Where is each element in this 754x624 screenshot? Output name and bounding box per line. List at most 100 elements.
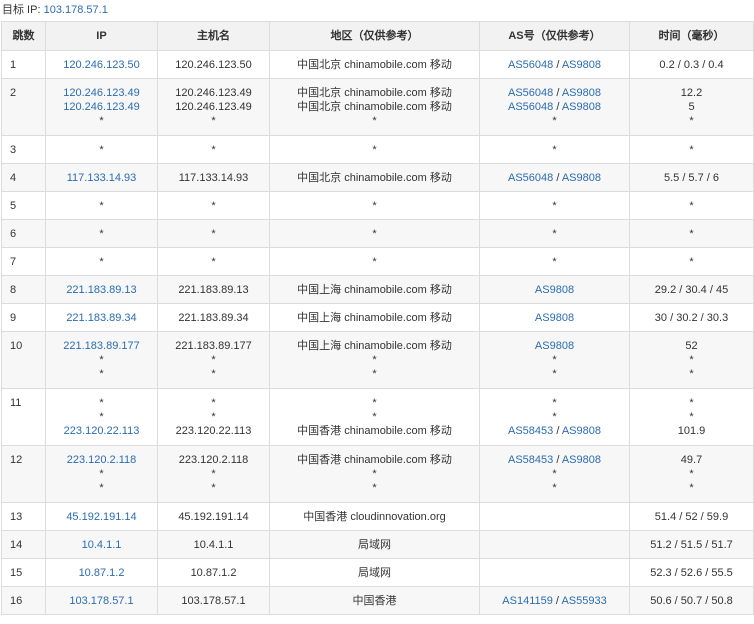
table-row: 9 221.183.89.34 221.183.89.34 中国上海 chinamob…: [1, 303, 754, 332]
as-line: AS56048 / AS9808: [480, 100, 629, 114]
time-cell: 49.7 * *: [629, 445, 754, 503]
as-link[interactable]: AS9808: [562, 59, 601, 71]
as-separator: /: [553, 454, 562, 466]
as-placeholder: *: [552, 411, 557, 423]
hostname-text: 10.87.1.2: [190, 567, 237, 579]
ip-link[interactable]: 120.246.123.49: [46, 100, 157, 114]
as-cell: AS56048 / AS9808: [479, 50, 630, 79]
as-cell: *: [479, 191, 630, 220]
ip-link[interactable]: 10.4.1.1: [46, 538, 157, 552]
time-cell: 51.4 / 52 / 59.9: [629, 502, 754, 531]
time-cell: 12.2 5 *: [629, 78, 754, 136]
hostname-text: *: [211, 468, 216, 480]
ip-link[interactable]: 10.87.1.2: [46, 566, 157, 580]
region-cell: 中国香港 cloudinnovation.org: [269, 502, 480, 531]
ip-cell: 221.183.89.34: [45, 303, 158, 332]
time-text: 51.2 / 51.5 / 51.7: [650, 539, 733, 551]
hostname-text: 10.4.1.1: [193, 539, 234, 551]
as-link[interactable]: AS56048: [508, 87, 553, 99]
region-text: *: [372, 354, 377, 366]
as-line: *: [480, 199, 629, 213]
ip-placeholder: *: [99, 468, 104, 480]
column-header-hostname: 主机名: [157, 21, 270, 51]
table-row: 16 103.178.57.1 103.178.57.1 中国香港 AS141159 /…: [1, 586, 754, 615]
as-link[interactable]: AS56048: [508, 172, 553, 184]
hostname-text: 120.246.123.49: [175, 101, 252, 113]
hostname-cell: 221.183.89.177 * *: [157, 331, 270, 389]
column-header-hop: 跳数: [1, 21, 46, 51]
region-cell: 局域网: [269, 530, 480, 559]
time-text: 0.2 / 0.3 / 0.4: [659, 59, 724, 71]
hostname-text: *: [211, 228, 216, 240]
as-line: *: [480, 353, 629, 367]
as-line: AS9808: [480, 283, 629, 297]
as-link[interactable]: AS9808: [562, 454, 601, 466]
table-row: 2 120.246.123.49 120.246.123.49 * 120.246.12…: [1, 78, 754, 136]
region-cell: * * 中国香港 chinamobile.com 移动: [269, 388, 480, 446]
ip-cell: 10.87.1.2: [45, 558, 158, 587]
as-link[interactable]: AS55933: [561, 595, 606, 607]
as-cell: [479, 558, 630, 587]
hostname-text: *: [211, 411, 216, 423]
hostname-text: 223.120.2.118: [178, 454, 249, 466]
ip-link[interactable]: 221.183.89.177: [46, 339, 157, 353]
time-text: 5.5 / 5.7 / 6: [663, 172, 720, 184]
hostname-cell: *: [157, 135, 270, 164]
table-row: 3 * * * * *: [1, 135, 754, 164]
as-link[interactable]: AS56048: [508, 59, 553, 71]
region-cell: *: [269, 219, 480, 248]
hop-number: 3: [10, 144, 17, 156]
ip-link[interactable]: 120.246.123.49: [46, 86, 157, 100]
ip-link[interactable]: 45.192.191.14: [46, 510, 157, 524]
as-placeholder: *: [552, 468, 557, 480]
ip-link[interactable]: 117.133.14.93: [46, 171, 157, 185]
region-cell: 中国北京 chinamobile.com 移动: [269, 163, 480, 192]
region-text: 中国香港 chinamobile.com 移动: [297, 425, 452, 437]
time-text: 30 / 30.2 / 30.3: [654, 312, 729, 324]
hop-cell: 4: [1, 163, 46, 192]
region-text: 中国上海 chinamobile.com 移动: [297, 340, 452, 352]
ip-cell: 223.120.2.118 * *: [45, 445, 158, 503]
ip-placeholder: *: [99, 200, 104, 212]
time-text: *: [689, 228, 694, 240]
region-cell: 中国北京 chinamobile.com 移动 中国北京 chinamobile.…: [269, 78, 480, 136]
table-row: 5 * * * * *: [1, 191, 754, 220]
hop-number: 16: [10, 595, 23, 607]
hop-number: 4: [10, 172, 17, 184]
as-link[interactable]: AS9808: [535, 312, 574, 324]
column-header-time: 时间（毫秒）: [629, 21, 754, 51]
as-line: *: [480, 255, 629, 269]
hostname-text: 45.192.191.14: [178, 511, 249, 523]
as-link[interactable]: AS9808: [562, 87, 601, 99]
ip-link[interactable]: 120.246.123.50: [46, 58, 157, 72]
hop-number: 14: [10, 539, 23, 551]
as-separator: /: [553, 425, 562, 437]
as-link[interactable]: AS9808: [535, 340, 574, 352]
hostname-text: 120.246.123.49: [175, 87, 252, 99]
hostname-cell: *: [157, 191, 270, 220]
time-cell: 30 / 30.2 / 30.3: [629, 303, 754, 332]
hostname-text: *: [211, 354, 216, 366]
ip-link[interactable]: 103.178.57.1: [46, 594, 157, 608]
as-line: AS58453 / AS9808: [480, 453, 629, 467]
as-link[interactable]: AS9808: [562, 172, 601, 184]
ip-link[interactable]: 223.120.2.118: [46, 453, 157, 467]
column-header-as: AS号（仅供参考）: [479, 21, 630, 51]
hostname-cell: *: [157, 219, 270, 248]
ip-link[interactable]: 221.183.89.34: [46, 311, 157, 325]
as-link[interactable]: AS9808: [562, 425, 601, 437]
as-link[interactable]: AS56048: [508, 101, 553, 113]
ip-link[interactable]: 221.183.89.13: [46, 283, 157, 297]
time-cell: 52.3 / 52.6 / 55.5: [629, 558, 754, 587]
as-link[interactable]: AS58453: [508, 425, 553, 437]
as-link[interactable]: AS58453: [508, 454, 553, 466]
hostname-cell: 120.246.123.50: [157, 50, 270, 79]
hop-cell: 6: [1, 219, 46, 248]
as-placeholder: *: [552, 228, 557, 240]
hop-cell: 16: [1, 586, 46, 615]
region-text: 中国香港: [352, 595, 397, 607]
as-link[interactable]: AS9808: [562, 101, 601, 113]
as-link[interactable]: AS141159: [502, 595, 553, 607]
as-link[interactable]: AS9808: [535, 284, 574, 296]
ip-link[interactable]: 223.120.22.113: [46, 424, 157, 438]
